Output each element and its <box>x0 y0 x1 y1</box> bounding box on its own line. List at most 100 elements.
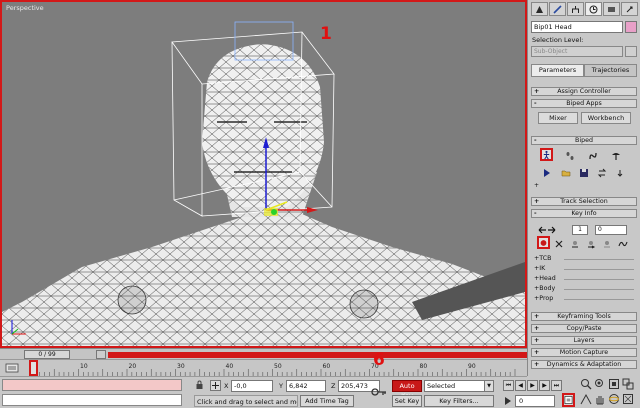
time-configuration-button[interactable] <box>562 393 575 407</box>
footstep-mode-button[interactable] <box>563 149 576 162</box>
tab-utilities[interactable] <box>621 2 638 16</box>
create-icon <box>536 5 543 13</box>
next-frame-icon[interactable]: ▶ <box>539 380 550 391</box>
add-time-tag-button[interactable]: Add Time Tag <box>300 395 354 407</box>
zoom-all-icon[interactable] <box>594 378 606 390</box>
save-file-button[interactable] <box>577 166 590 179</box>
track-bar[interactable]: 0102030405060708090 4 <box>0 359 527 394</box>
maxscript-listener-input[interactable] <box>2 394 182 406</box>
mixer-mode-button[interactable] <box>609 149 622 162</box>
tab-modify[interactable] <box>549 2 566 16</box>
key-mode-toggle-icon[interactable] <box>503 395 513 407</box>
selection-level-label: Selection Level: <box>532 36 584 44</box>
sub-object-dropdown[interactable] <box>625 46 637 57</box>
rollout-keyframing-tools[interactable]: + Keyframing Tools <box>531 312 637 321</box>
set-sliding-key-button[interactable] <box>584 237 597 250</box>
time-slider[interactable]: 0 / 99 <box>0 348 527 359</box>
perspective-viewport[interactable]: Perspective 1 <box>0 0 527 348</box>
key-info-sub-tcb[interactable]: +TCB <box>534 255 634 263</box>
move-all-mode-button[interactable] <box>613 166 626 179</box>
rollout-motion-capture[interactable]: + Motion Capture <box>531 348 637 357</box>
key-mode-dropdown[interactable]: Selected ▼ <box>424 380 494 392</box>
playback-icon <box>543 168 550 177</box>
viewport-navigation-controls <box>578 376 640 408</box>
show-trajectory-button[interactable] <box>616 237 629 250</box>
rollout-dynamics-adaptation[interactable]: + Dynamics & Adaptation <box>531 360 637 369</box>
previous-frame-icon[interactable]: ◀ <box>515 380 526 391</box>
free-key-icon <box>603 240 610 247</box>
convert-icon <box>597 168 606 177</box>
callout-6: 6 <box>373 350 385 370</box>
frame-ruler[interactable]: 0102030405060708090 <box>22 360 527 377</box>
play-icon[interactable]: ▶ <box>527 380 538 391</box>
object-name-field[interactable]: Bip01 Head <box>531 21 623 33</box>
current-frame-field[interactable]: 0 <box>515 395 555 407</box>
key-info-sub-ik[interactable]: +IK <box>534 265 634 273</box>
rollout-key-info[interactable]: - Key Info <box>531 209 637 218</box>
time-slider-thumb[interactable]: 0 / 99 <box>24 350 70 359</box>
chevron-down-icon[interactable]: ▼ <box>484 381 493 391</box>
pan-hand-icon[interactable] <box>594 393 606 405</box>
key-info-sub-prop[interactable]: +Prop <box>534 295 634 303</box>
key-info-sub-head[interactable]: +Head <box>534 275 634 283</box>
rollout-track-selection[interactable]: + Track Selection <box>531 197 637 206</box>
key-info-sub-body[interactable]: +Body <box>534 285 634 293</box>
motion-flow-button[interactable] <box>586 149 599 162</box>
frame-tick-label: 40 <box>226 363 234 370</box>
figure-mode-button[interactable] <box>540 148 553 161</box>
command-panel: Bip01 Head Selection Level: Sub-Object P… <box>527 0 640 376</box>
tab-hierarchy[interactable] <box>567 2 584 16</box>
sub-object-button[interactable]: Sub-Object <box>531 46 623 57</box>
set-key-biped-button[interactable] <box>537 236 550 249</box>
hierarchy-icon <box>572 5 579 13</box>
frame-tick-label: 60 <box>323 363 331 370</box>
tab-parameters[interactable]: Parameters <box>531 64 584 77</box>
zoom-extents-icon[interactable] <box>608 378 620 390</box>
key-time-spinner[interactable]: 0 <box>595 225 627 235</box>
rollout-biped[interactable]: - Biped <box>531 136 637 145</box>
set-key-icon[interactable] <box>370 383 388 401</box>
go-to-end-icon[interactable]: ⏭ <box>551 380 562 391</box>
prev-next-key-icon[interactable] <box>538 225 556 235</box>
set-free-key-button[interactable] <box>600 237 613 250</box>
time-slider-next-button[interactable] <box>96 350 106 359</box>
maxscript-listener-output[interactable] <box>2 379 182 391</box>
maximize-viewport-icon[interactable] <box>622 393 634 405</box>
rollout-biped-apps[interactable]: - Biped Apps <box>531 99 637 108</box>
auto-key-button[interactable]: Auto Key <box>392 380 422 400</box>
load-file-button[interactable] <box>559 166 572 179</box>
rollout-copy-paste[interactable]: + Copy/Paste <box>531 324 637 333</box>
set-planted-key-button[interactable] <box>568 237 581 250</box>
key-filters-button[interactable]: Key Filters... <box>424 395 494 407</box>
lock-selection-icon[interactable] <box>195 380 204 390</box>
mixer-button[interactable]: Mixer <box>538 112 578 124</box>
set-key-button[interactable]: Set Key <box>392 395 422 407</box>
object-color-swatch[interactable] <box>625 21 637 33</box>
delete-key-button[interactable] <box>552 237 565 250</box>
playback-button[interactable] <box>540 166 553 179</box>
rollout-assign-controller[interactable]: + Assign Controller <box>531 87 637 96</box>
tab-create[interactable] <box>531 2 548 16</box>
zoom-extents-all-icon[interactable] <box>622 378 634 390</box>
key-number-field[interactable]: 1 <box>572 225 588 235</box>
orbit-icon[interactable] <box>608 393 620 405</box>
frame-tick-label: 10 <box>80 363 88 370</box>
zoom-icon[interactable] <box>580 378 592 390</box>
y-coordinate-field[interactable]: 6,842 <box>286 380 326 392</box>
workbench-button[interactable]: Workbench <box>581 112 631 124</box>
convert-button[interactable] <box>595 166 608 179</box>
tab-display[interactable] <box>603 2 620 16</box>
motion-icon <box>589 5 598 13</box>
world-axis-tripod <box>11 320 26 335</box>
rollout-layers[interactable]: + Layers <box>531 336 637 345</box>
biped-expand-toggle[interactable]: + <box>534 182 634 190</box>
motion-panel-tabs: Parameters Trajectories <box>531 64 637 77</box>
tab-motion[interactable] <box>585 2 602 16</box>
save-icon <box>579 168 588 177</box>
x-coordinate-field[interactable]: -0,0 <box>231 380 273 392</box>
go-to-start-icon[interactable]: ⏮ <box>503 380 514 391</box>
tab-trajectories[interactable]: Trajectories <box>584 64 637 77</box>
mini-curve-editor-icon[interactable] <box>5 362 19 374</box>
absolute-mode-transform-icon[interactable] <box>210 380 221 391</box>
field-of-view-icon[interactable] <box>580 393 592 405</box>
